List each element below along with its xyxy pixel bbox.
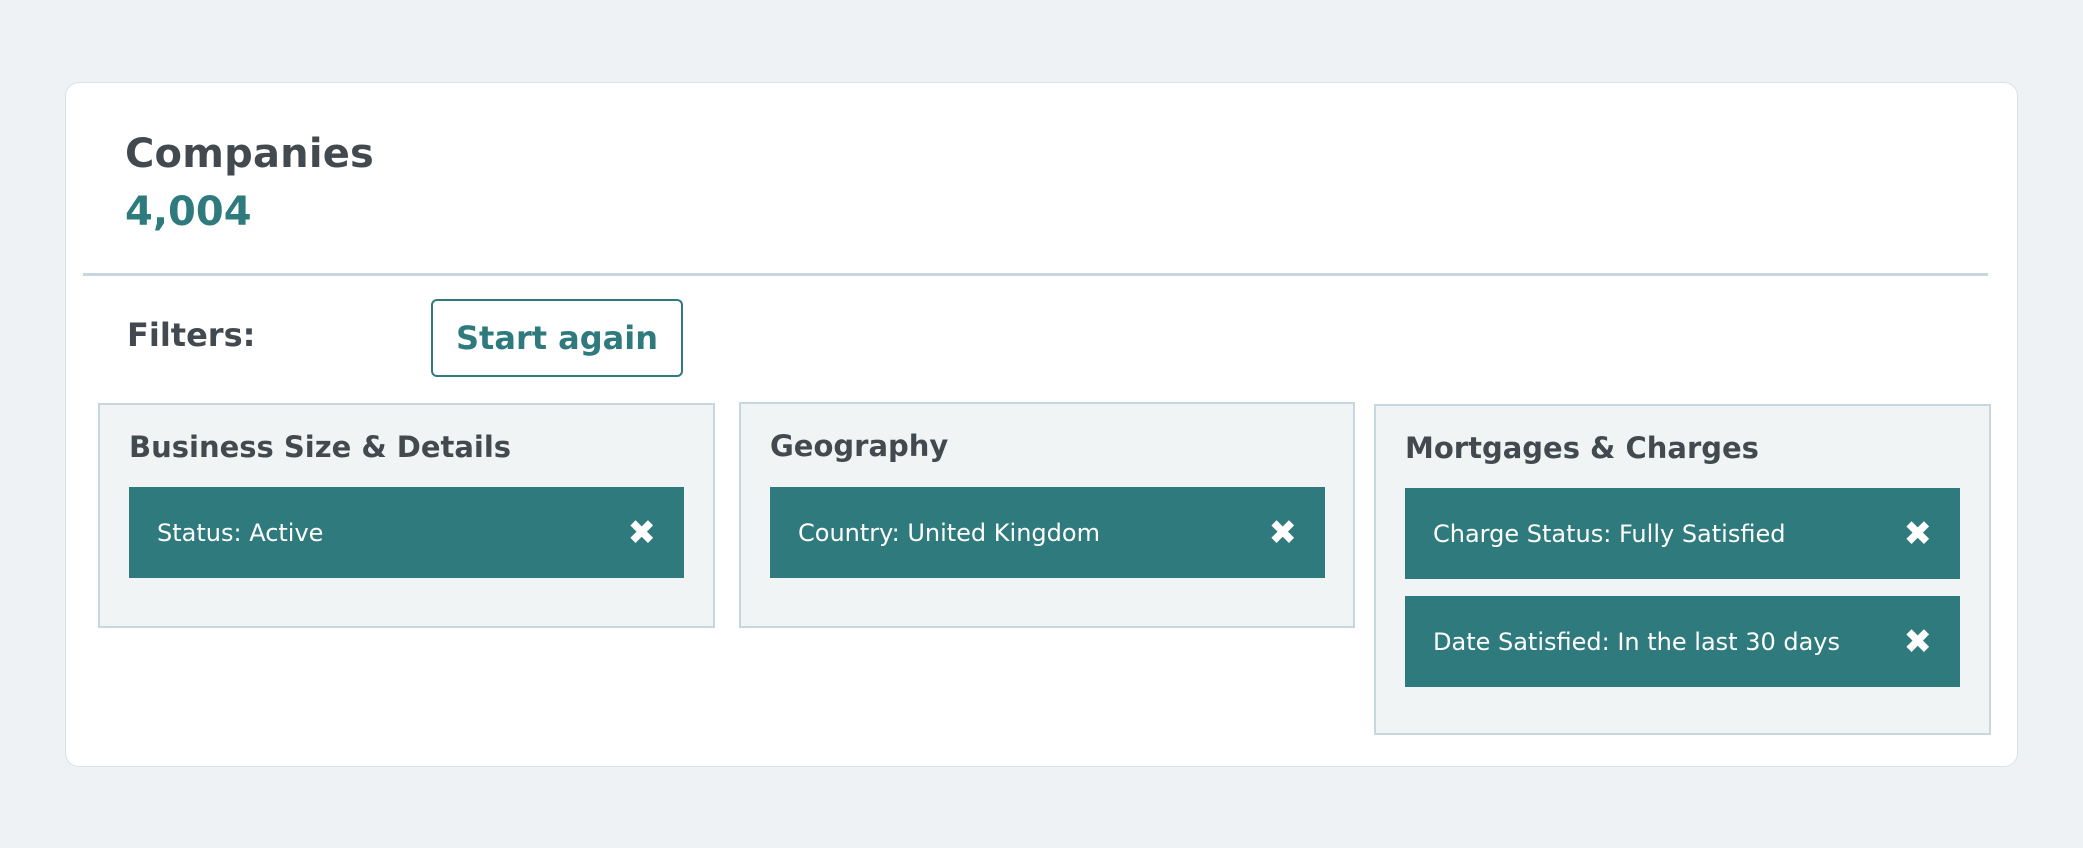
close-icon[interactable]: ✖ [1269, 516, 1298, 550]
filter-chip-label: Status: Active [157, 518, 324, 547]
filters-label: Filters: [127, 316, 256, 354]
close-icon[interactable]: ✖ [1904, 517, 1933, 551]
filter-chip-label: Country: United Kingdom [798, 518, 1100, 547]
divider [83, 273, 1988, 276]
filter-chip-country[interactable]: Country: United Kingdom ✖ [770, 487, 1325, 578]
filter-chip-date-satisfied[interactable]: Date Satisfied: In the last 30 days ✖ [1405, 596, 1960, 687]
close-icon[interactable]: ✖ [1904, 625, 1933, 659]
close-icon[interactable]: ✖ [628, 516, 657, 550]
filter-group-mortgages-charges: Mortgages & Charges Charge Status: Fully… [1374, 404, 1991, 735]
filter-group-business-size: Business Size & Details Status: Active ✖ [98, 403, 715, 628]
filter-chip-label: Date Satisfied: In the last 30 days [1433, 627, 1841, 656]
filter-group-geography: Geography Country: United Kingdom ✖ [739, 402, 1355, 628]
filter-chip-charge-status[interactable]: Charge Status: Fully Satisfied ✖ [1405, 488, 1960, 579]
results-card: Companies 4,004 Filters: Start again Bus… [65, 82, 2018, 767]
filter-group-title: Geography [770, 429, 949, 463]
result-count: 4,004 [125, 189, 252, 235]
page-title: Companies [125, 131, 375, 177]
start-again-button[interactable]: Start again [431, 299, 683, 377]
filter-group-title: Mortgages & Charges [1405, 431, 1759, 465]
filter-chip-status[interactable]: Status: Active ✖ [129, 487, 684, 578]
filter-chip-label: Charge Status: Fully Satisfied [1433, 519, 1786, 548]
filter-group-title: Business Size & Details [129, 430, 512, 464]
